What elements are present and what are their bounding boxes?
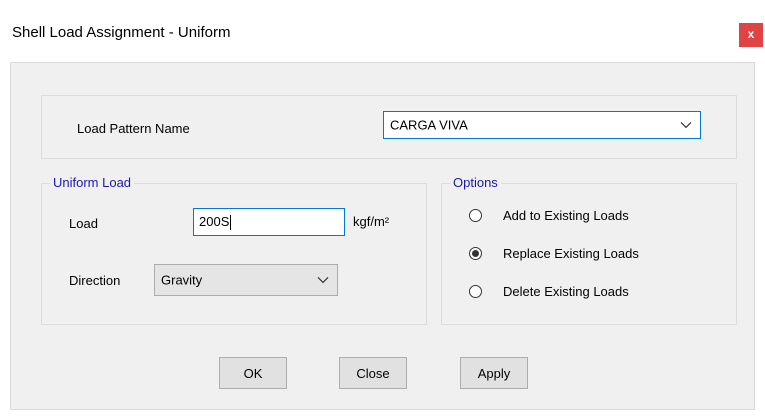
direction-select[interactable]: Gravity: [154, 264, 338, 296]
load-pattern-select[interactable]: CARGA VIVA: [383, 111, 701, 139]
dialog-window: Shell Load Assignment - Uniform x Load P…: [0, 0, 765, 419]
radio-label: Replace Existing Loads: [503, 245, 639, 261]
chevron-down-icon: [317, 276, 329, 284]
uniform-load-legend: Uniform Load: [50, 175, 135, 190]
load-pattern-value: CARGA VIVA: [390, 117, 468, 133]
radio-button[interactable]: [469, 284, 482, 298]
direction-value: Gravity: [161, 272, 203, 288]
window-title: Shell Load Assignment - Uniform: [12, 24, 231, 41]
text-caret: [230, 215, 232, 231]
chevron-down-icon: [680, 121, 692, 129]
load-value-text: 200S: [199, 213, 232, 231]
direction-label: Direction: [69, 273, 121, 288]
options-legend: Options: [450, 175, 501, 190]
load-pattern-label: Load Pattern Name: [77, 121, 190, 136]
ok-button[interactable]: OK: [219, 357, 287, 389]
load-unit-label: kgf/m²: [353, 214, 390, 229]
dialog-body: Load Pattern Name CARGA VIVA Uniform Loa…: [10, 62, 755, 410]
uniform-load-group: Uniform Load: [41, 175, 427, 325]
load-value-input[interactable]: 200S: [193, 208, 345, 236]
radio-replace-existing[interactable]: Replace Existing Loads: [469, 243, 639, 263]
load-label: Load: [69, 216, 98, 231]
radio-button-selected[interactable]: [469, 246, 482, 260]
radio-label: Add to Existing Loads: [503, 207, 629, 223]
close-button[interactable]: Close: [339, 357, 407, 389]
apply-button[interactable]: Apply: [460, 357, 528, 389]
radio-delete-existing[interactable]: Delete Existing Loads: [469, 281, 629, 301]
radio-button[interactable]: [469, 208, 482, 222]
radio-label: Delete Existing Loads: [503, 283, 629, 299]
radio-add-existing[interactable]: Add to Existing Loads: [469, 205, 629, 225]
close-window-button[interactable]: x: [739, 23, 763, 47]
title-bar[interactable]: Shell Load Assignment - Uniform x: [0, 0, 765, 62]
